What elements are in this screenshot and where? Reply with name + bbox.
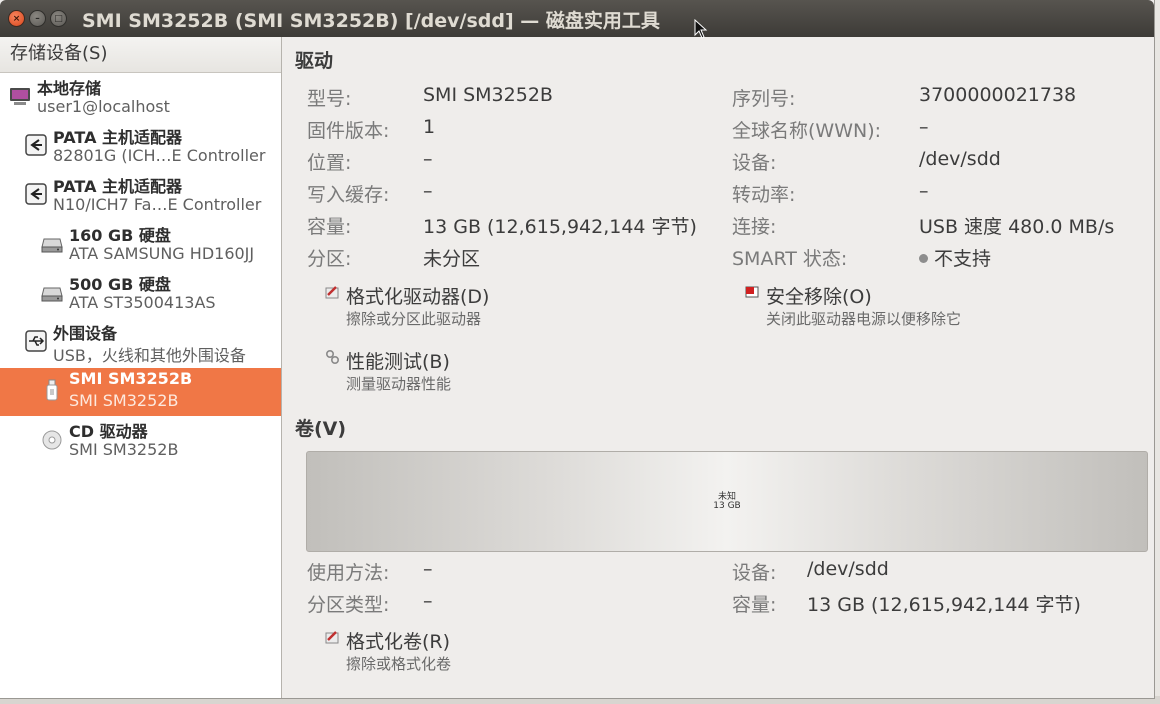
connection-value: USB 速度 480.0 MB/s bbox=[919, 216, 1115, 238]
hard-disk-icon bbox=[41, 287, 63, 302]
sidebar-item-local-storage[interactable]: 本地存储 user1@localhost bbox=[0, 74, 281, 122]
title-bar[interactable]: × – □ SMI SM3252B (SMI SM3252B) [/dev/sd… bbox=[0, 0, 1154, 37]
serial-label: 序列号: bbox=[732, 88, 796, 110]
connection-label: 连接: bbox=[732, 216, 777, 238]
hard-disk-icon bbox=[41, 238, 63, 253]
smart-status-label: SMART 状态: bbox=[732, 248, 848, 270]
volume-capacity-label: 容量: bbox=[732, 594, 777, 616]
safe-remove-button[interactable]: 安全移除(O) 关闭此驱动器电源以便移除它 bbox=[744, 282, 1044, 332]
window-title: SMI SM3252B (SMI SM3252B) [/dev/sdd] — 磁… bbox=[82, 10, 660, 32]
rotation-rate-label: 转动率: bbox=[732, 184, 796, 206]
usb-stick-icon bbox=[46, 379, 58, 401]
usage-label: 使用方法: bbox=[307, 562, 390, 584]
maximize-icon: □ bbox=[54, 14, 63, 24]
usage-value: – bbox=[423, 558, 433, 580]
sidebar-item-title: CD 驱动器 bbox=[69, 422, 148, 441]
model-value: SMI SM3252B bbox=[423, 84, 553, 106]
minimize-window-button[interactable]: – bbox=[29, 10, 46, 27]
format-drive-title: 格式化驱动器(D) bbox=[346, 286, 490, 308]
sidebar-item-title: PATA 主机适配器 bbox=[53, 128, 183, 147]
usb-icon bbox=[25, 330, 47, 352]
safe-remove-desc: 关闭此驱动器电源以便移除它 bbox=[766, 310, 962, 328]
format-volume-desc: 擦除或格式化卷 bbox=[346, 655, 452, 673]
maximize-window-button[interactable]: □ bbox=[50, 10, 67, 27]
sidebar-item-cd-drive[interactable]: CD 驱动器 SMI SM3252B bbox=[0, 417, 281, 465]
sidebar-item-smi-sm3252b[interactable]: SMI SM3252B SMI SM3252B bbox=[0, 368, 281, 416]
sidebar-item-title: 外围设备 bbox=[53, 324, 118, 343]
sidebar-header: 存储设备(S) bbox=[0, 37, 281, 73]
sidebar-item-title: PATA 主机适配器 bbox=[53, 177, 183, 196]
capacity-label: 容量: bbox=[307, 216, 352, 238]
sidebar-item-subtitle: SMI SM3252B bbox=[69, 391, 179, 410]
sidebar-item-subtitle: 82801G (ICH…E Controller bbox=[53, 146, 266, 165]
minimize-icon: – bbox=[35, 14, 40, 24]
volume-device-value: /dev/sdd bbox=[807, 558, 889, 580]
sidebar-item-500gb-disk[interactable]: 500 GB 硬盘 ATA ST3500413AS bbox=[0, 270, 281, 318]
sidebar-item-subtitle: USB，火线和其他外围设备 bbox=[53, 346, 246, 365]
storage-devices-sidebar: 存储设备(S) 本地存储 user1@localhost PATA 主机适配器 … bbox=[0, 37, 282, 698]
capacity-value: 13 GB (12,615,942,144 字节) bbox=[423, 216, 697, 238]
sidebar-item-subtitle: ATA SAMSUNG HD160JJ bbox=[69, 244, 255, 263]
firmware-label: 固件版本: bbox=[307, 120, 390, 142]
benchmark-title: 性能测试(B) bbox=[346, 351, 450, 373]
volumes-section-title: 卷(V) bbox=[295, 418, 347, 440]
computer-icon bbox=[10, 88, 30, 105]
location-value: – bbox=[423, 148, 433, 170]
cd-drive-icon bbox=[42, 430, 62, 450]
benchmark-icon bbox=[325, 349, 340, 365]
safe-remove-title: 安全移除(O) bbox=[766, 286, 872, 308]
partitioning-label: 分区: bbox=[307, 248, 352, 270]
drive-details-panel: 驱动 型号: SMI SM3252B 固件版本: 1 位置: – 写入缓存: –… bbox=[287, 37, 1154, 698]
disk-utility-window: × – □ SMI SM3252B (SMI SM3252B) [/dev/sd… bbox=[0, 0, 1155, 699]
sidebar-item-title: 本地存储 bbox=[37, 79, 102, 98]
drive-section-title: 驱动 bbox=[295, 50, 334, 72]
smart-status-value: 不支持 bbox=[919, 244, 991, 271]
status-dot-icon bbox=[919, 254, 928, 263]
format-drive-button[interactable]: 格式化驱动器(D) 擦除或分区此驱动器 bbox=[324, 282, 624, 332]
volume-capacity-value: 13 GB (12,615,942,144 字节) bbox=[807, 594, 1081, 616]
write-cache-value: – bbox=[423, 180, 433, 202]
location-label: 位置: bbox=[307, 152, 352, 174]
model-label: 型号: bbox=[307, 88, 352, 110]
sidebar-item-pata-controller-1[interactable]: PATA 主机适配器 82801G (ICH…E Controller bbox=[0, 123, 281, 171]
device-label: 设备: bbox=[732, 152, 777, 174]
device-value: /dev/sdd bbox=[919, 148, 1001, 170]
wwn-value: – bbox=[919, 116, 929, 138]
controller-icon bbox=[25, 134, 47, 156]
format-drive-icon bbox=[325, 286, 339, 299]
serial-value: 3700000021738 bbox=[919, 84, 1077, 106]
sidebar-item-160gb-disk[interactable]: 160 GB 硬盘 ATA SAMSUNG HD160JJ bbox=[0, 221, 281, 269]
sidebar-item-subtitle: ATA ST3500413AS bbox=[69, 293, 216, 312]
sidebar-item-peripherals[interactable]: 外围设备 USB，火线和其他外围设备 bbox=[0, 319, 281, 367]
smart-status-text: 不支持 bbox=[934, 248, 992, 270]
volume-map[interactable]: 未知 13 GB bbox=[306, 451, 1148, 552]
mouse-cursor-icon bbox=[694, 19, 708, 39]
sidebar-item-subtitle: SMI SM3252B bbox=[69, 440, 179, 459]
wwn-label: 全球名称(WWN): bbox=[732, 120, 882, 142]
partition-type-value: – bbox=[423, 590, 433, 612]
format-volume-icon bbox=[325, 631, 339, 644]
sidebar-item-title: 160 GB 硬盘 bbox=[69, 226, 171, 245]
firmware-value: 1 bbox=[423, 116, 436, 138]
volume-device-label: 设备: bbox=[732, 562, 777, 584]
volume-size-label: 13 GB bbox=[713, 501, 741, 511]
safe-remove-icon bbox=[745, 286, 759, 298]
format-drive-desc: 擦除或分区此驱动器 bbox=[346, 310, 482, 328]
rotation-rate-value: – bbox=[919, 180, 929, 202]
controller-icon bbox=[25, 183, 47, 205]
partitioning-value: 未分区 bbox=[423, 248, 481, 270]
close-window-button[interactable]: × bbox=[8, 10, 25, 27]
format-volume-title: 格式化卷(R) bbox=[346, 631, 451, 653]
format-volume-button[interactable]: 格式化卷(R) 擦除或格式化卷 bbox=[324, 627, 624, 677]
sidebar-item-subtitle: user1@localhost bbox=[37, 97, 170, 116]
sidebar-item-title: 500 GB 硬盘 bbox=[69, 275, 171, 294]
write-cache-label: 写入缓存: bbox=[307, 184, 390, 206]
sidebar-item-title: SMI SM3252B bbox=[69, 369, 193, 388]
benchmark-desc: 测量驱动器性能 bbox=[346, 375, 452, 393]
sidebar-item-pata-controller-2[interactable]: PATA 主机适配器 N10/ICH7 Fa…E Controller bbox=[0, 172, 281, 220]
sidebar-item-subtitle: N10/ICH7 Fa…E Controller bbox=[53, 195, 262, 214]
benchmark-button[interactable]: 性能测试(B) 测量驱动器性能 bbox=[324, 347, 624, 397]
partition-type-label: 分区类型: bbox=[307, 594, 390, 616]
close-icon: × bbox=[12, 14, 21, 24]
